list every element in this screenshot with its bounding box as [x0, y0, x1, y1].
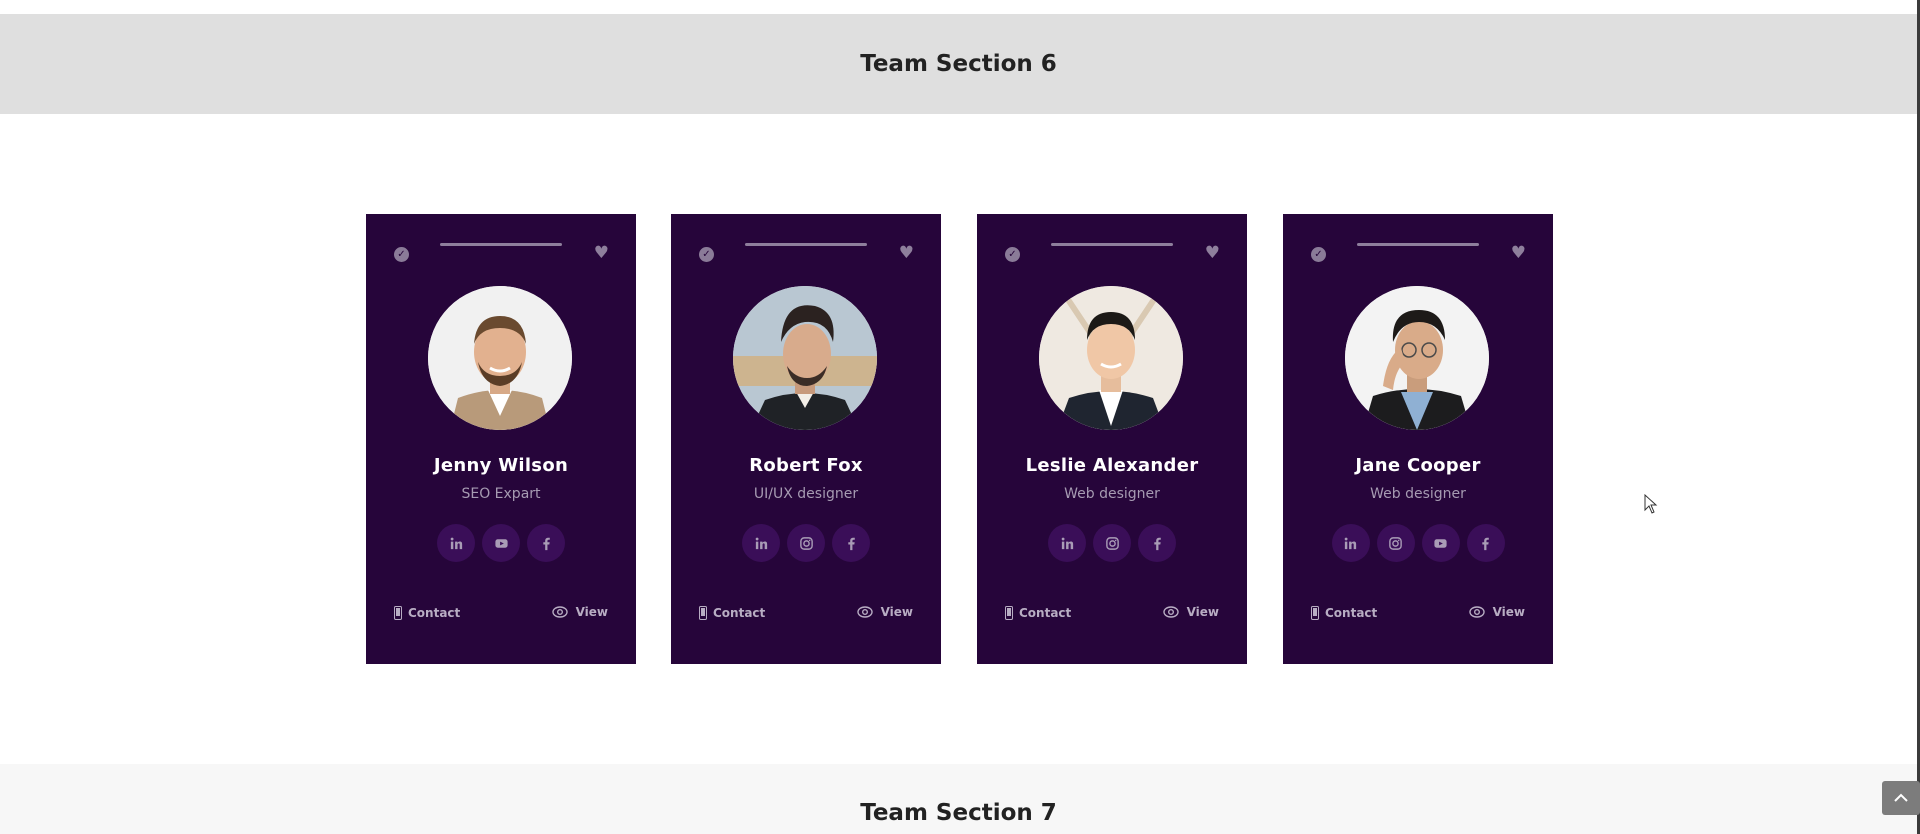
member-name: Jane Cooper — [1355, 455, 1481, 476]
view-button[interactable]: View — [1162, 605, 1219, 619]
view-button[interactable]: View — [856, 605, 913, 619]
next-section-header: Team Section 7 — [0, 764, 1917, 834]
member-role: SEO Expart — [461, 486, 541, 502]
phone-icon — [1005, 606, 1013, 620]
phone-icon — [1311, 606, 1319, 620]
heart-icon[interactable]: ♥ — [594, 244, 609, 262]
avatar — [1039, 286, 1183, 430]
facebook-icon[interactable] — [832, 524, 870, 562]
team-card: ✓ ♥ Jane Cooper Web designer Contact Vie… — [1283, 214, 1553, 664]
contact-button[interactable]: Contact — [394, 606, 460, 620]
member-role: UI/UX designer — [753, 486, 859, 502]
verified-check-icon[interactable]: ✓ — [1005, 247, 1020, 262]
contact-button[interactable]: Contact — [1311, 606, 1377, 620]
social-links — [977, 524, 1247, 562]
mouse-cursor-icon — [1644, 494, 1658, 514]
member-role: Web designer — [1064, 486, 1160, 502]
team-card: ✓ ♥ Robert Fox UI/UX designer Contact Vi… — [671, 214, 941, 664]
eye-icon — [1468, 606, 1485, 618]
card-top-divider — [1051, 243, 1173, 246]
contact-label: Contact — [408, 606, 461, 620]
team-card: ✓ ♥ Leslie Alexander Web designer Contac… — [977, 214, 1247, 664]
heart-icon[interactable]: ♥ — [1511, 244, 1526, 262]
social-links — [671, 524, 941, 562]
contact-label: Contact — [713, 606, 766, 620]
next-section-title: Team Section 7 — [860, 800, 1057, 826]
view-label: View — [1186, 605, 1219, 619]
contact-label: Contact — [1019, 606, 1072, 620]
member-role: Web designer — [1370, 486, 1466, 502]
eye-icon — [1162, 606, 1179, 618]
verified-check-icon[interactable]: ✓ — [699, 247, 714, 262]
chevron-up-icon — [1894, 793, 1908, 802]
section-header: Team Section 6 — [0, 14, 1917, 114]
section-title: Team Section 6 — [860, 51, 1057, 77]
page: Team Section 6 ✓ ♥ Jenny Wilson SEO Expa… — [0, 0, 1920, 834]
linkedin-icon[interactable] — [437, 524, 475, 562]
member-name: Leslie Alexander — [1025, 455, 1199, 476]
heart-icon[interactable]: ♥ — [899, 244, 914, 262]
view-label: View — [575, 605, 608, 619]
verified-check-icon[interactable]: ✓ — [394, 247, 409, 262]
linkedin-icon[interactable] — [742, 524, 780, 562]
eye-icon — [856, 606, 873, 618]
view-button[interactable]: View — [1468, 605, 1525, 619]
avatar — [733, 286, 877, 430]
view-label: View — [1492, 605, 1525, 619]
scroll-to-top-button[interactable] — [1882, 781, 1920, 815]
card-top-divider — [745, 243, 867, 246]
avatar — [1345, 286, 1489, 430]
member-name: Jenny Wilson — [433, 455, 569, 476]
youtube-icon[interactable] — [482, 524, 520, 562]
facebook-icon[interactable] — [527, 524, 565, 562]
facebook-icon[interactable] — [1466, 524, 1505, 562]
view-label: View — [880, 605, 913, 619]
instagram-icon[interactable] — [787, 524, 825, 562]
verified-check-icon[interactable]: ✓ — [1311, 247, 1326, 262]
social-links — [1283, 524, 1553, 562]
linkedin-icon[interactable] — [1048, 524, 1086, 562]
linkedin-icon[interactable] — [1331, 524, 1370, 562]
card-top-divider — [1357, 243, 1479, 246]
contact-label: Contact — [1325, 606, 1378, 620]
phone-icon — [394, 606, 402, 620]
avatar — [428, 286, 572, 430]
social-links — [366, 524, 636, 562]
card-top-divider — [440, 243, 562, 246]
member-name: Robert Fox — [749, 455, 863, 476]
team-card: ✓ ♥ Jenny Wilson SEO Expart Contact View — [366, 214, 636, 664]
view-button[interactable]: View — [551, 605, 608, 619]
facebook-icon[interactable] — [1138, 524, 1176, 562]
eye-icon — [551, 606, 568, 618]
instagram-icon[interactable] — [1376, 524, 1415, 562]
youtube-icon[interactable] — [1421, 524, 1460, 562]
contact-button[interactable]: Contact — [699, 606, 765, 620]
contact-button[interactable]: Contact — [1005, 606, 1071, 620]
heart-icon[interactable]: ♥ — [1205, 244, 1220, 262]
phone-icon — [699, 606, 707, 620]
instagram-icon[interactable] — [1093, 524, 1131, 562]
